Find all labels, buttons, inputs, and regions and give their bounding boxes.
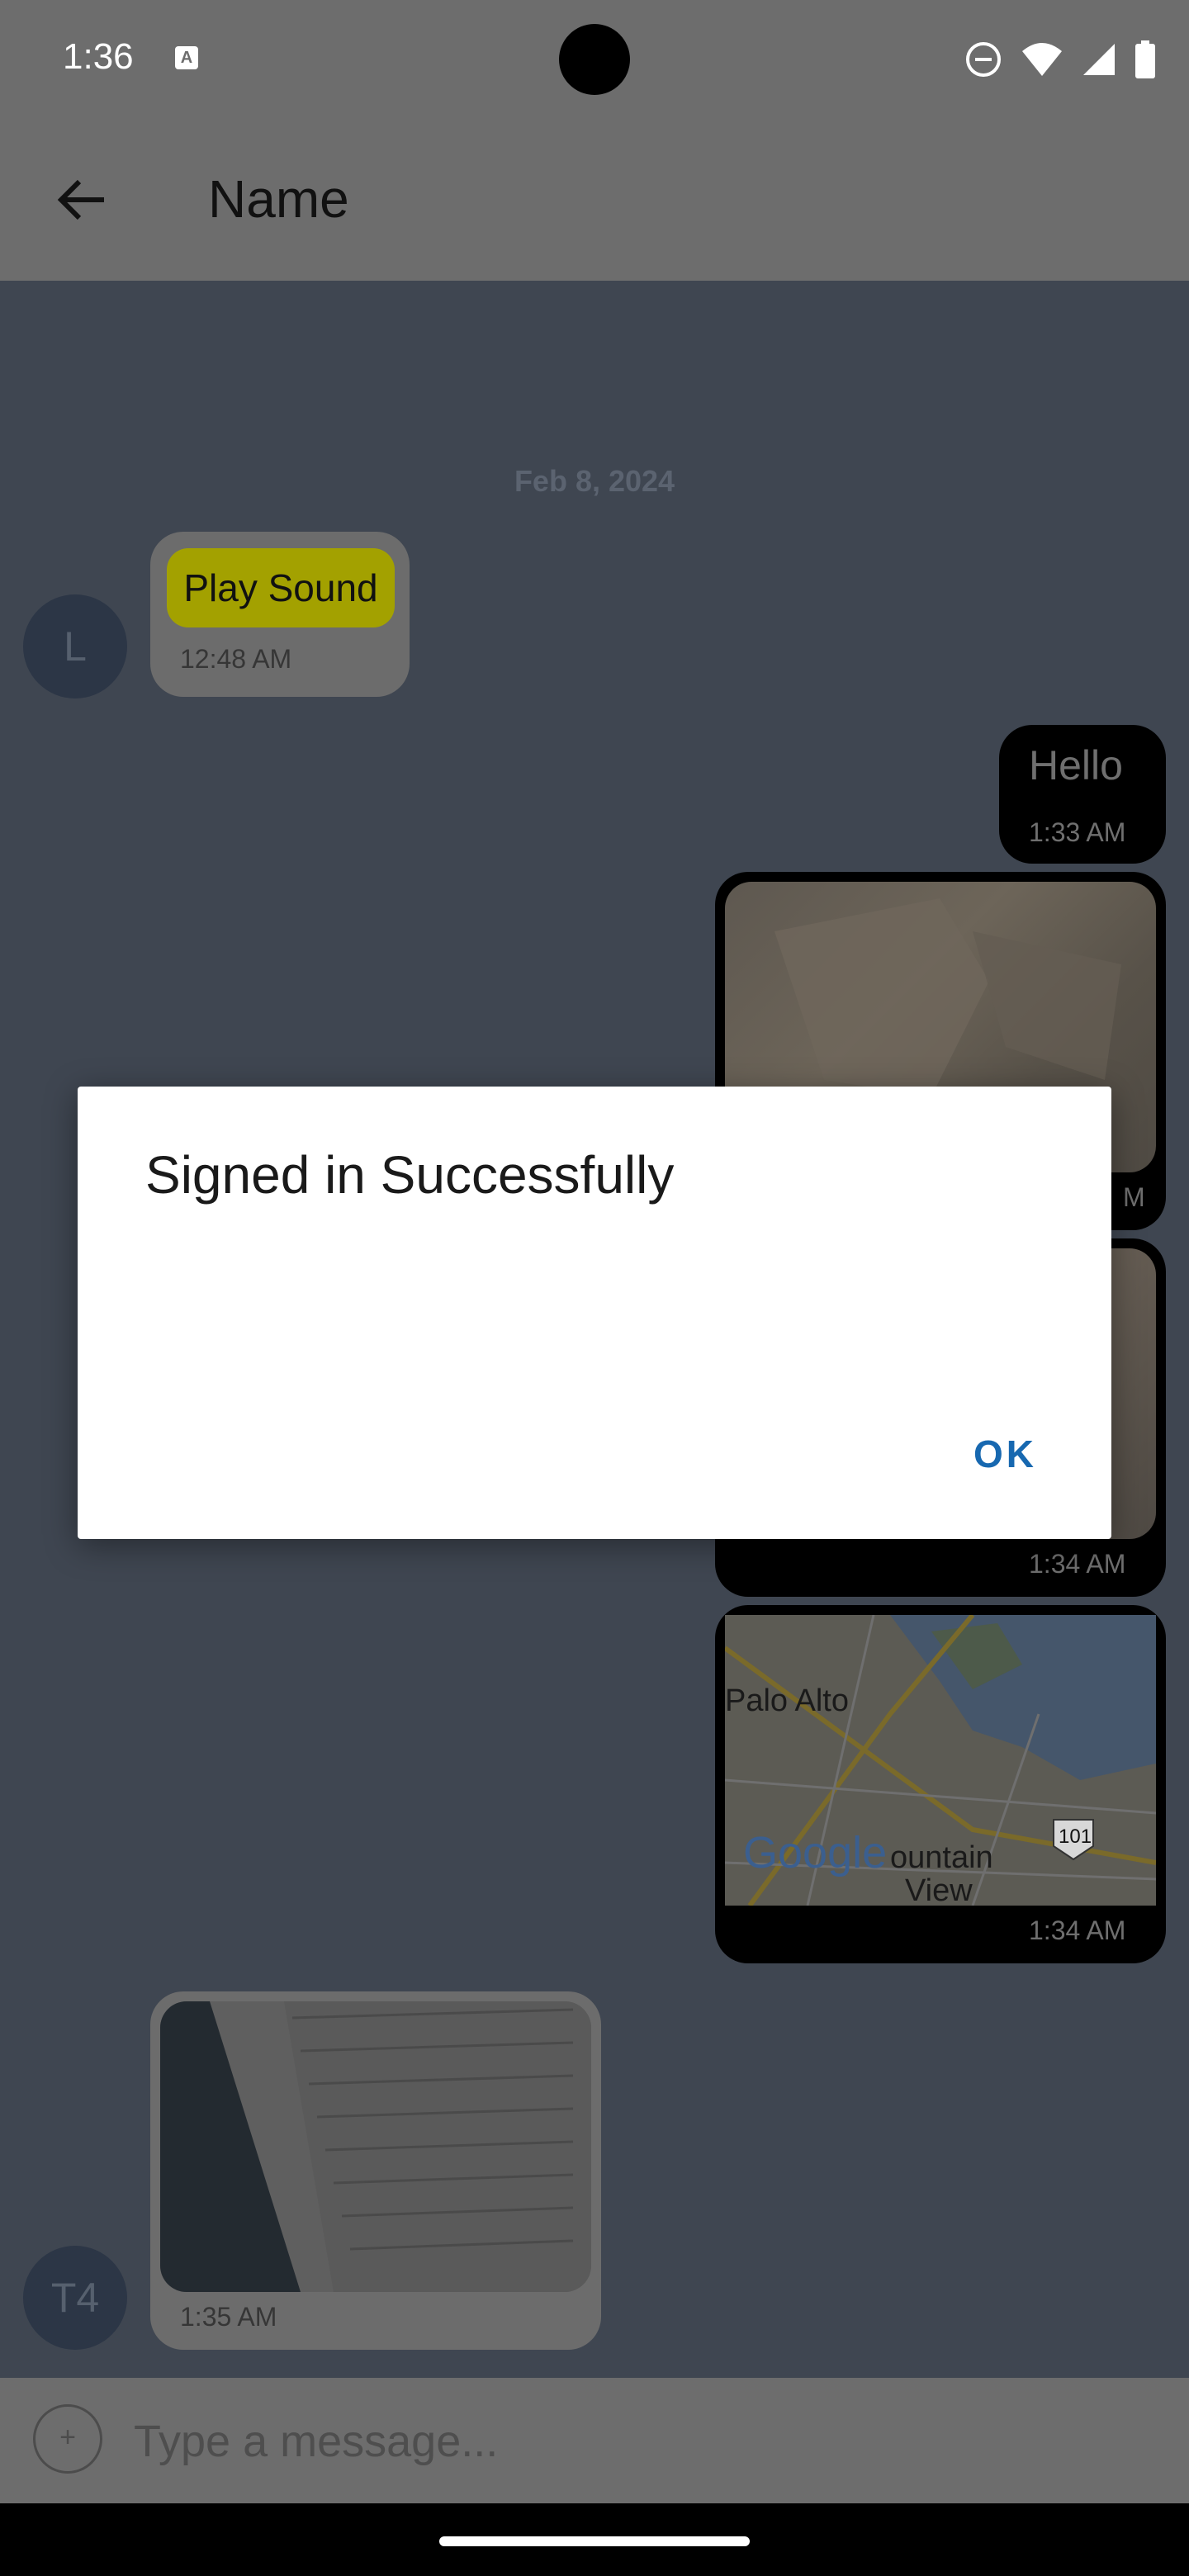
message-time: 1:34 AM xyxy=(1029,1915,1126,1945)
status-icons xyxy=(964,40,1156,79)
status-bar: 1:36 A xyxy=(0,0,1189,117)
navigation-bar xyxy=(0,2503,1189,2576)
message-time: 1:33 AM xyxy=(1029,817,1126,847)
back-button[interactable] xyxy=(48,167,114,233)
camera-cutout xyxy=(559,24,630,95)
ok-button[interactable]: OK xyxy=(973,1432,1037,1476)
map-label-google: Google xyxy=(743,1828,887,1878)
message-time: 1:34 AM xyxy=(1029,1549,1126,1579)
message-time-partial: M xyxy=(1123,1182,1145,1212)
message-time: 12:48 AM xyxy=(180,644,292,674)
photo-content xyxy=(160,2001,591,2292)
play-sound-button[interactable]: Play Sound xyxy=(167,548,395,627)
map-thumbnail[interactable]: Palo Alto Google ountain View 101 xyxy=(725,1615,1156,1906)
map-content: Palo Alto Google ountain View 101 xyxy=(725,1615,1156,1906)
map-label-mountain: ountain xyxy=(890,1840,993,1875)
message-bubble-outgoing: Hello 1:33 AM xyxy=(999,725,1166,864)
map-label-view: View xyxy=(905,1873,973,1906)
date-separator: Feb 8, 2024 xyxy=(514,464,675,498)
photo-thumbnail[interactable] xyxy=(160,2001,591,2292)
message-bubble-incoming: Play Sound 12:48 AM xyxy=(150,532,410,697)
cell-signal-icon xyxy=(1083,44,1115,75)
home-gesture-handle[interactable] xyxy=(439,2536,750,2546)
message-input[interactable] xyxy=(132,2409,1126,2474)
page-title: Name xyxy=(208,169,349,229)
message-composer: + xyxy=(0,2378,1189,2503)
avatar[interactable]: T4 xyxy=(23,2246,127,2350)
add-attachment-button[interactable]: + xyxy=(33,2404,102,2474)
battery-icon xyxy=(1135,40,1155,78)
message-bubble-incoming-image: 1:35 AM xyxy=(150,1991,601,2350)
message-bubble-outgoing-map: Palo Alto Google ountain View 101 1:34 A… xyxy=(715,1605,1166,1963)
status-time: 1:36 xyxy=(63,36,134,77)
app-bar: Name xyxy=(0,117,1189,281)
dialog-title: Signed in Successfully xyxy=(145,1145,675,1205)
dnd-icon xyxy=(966,42,1001,77)
map-label-101: 101 xyxy=(1059,1825,1092,1848)
arrow-back-icon xyxy=(57,179,104,220)
avatar[interactable]: L xyxy=(23,594,127,698)
map-label-palo-alto: Palo Alto xyxy=(725,1683,849,1718)
notification-a-icon: A xyxy=(175,46,198,69)
message-time: 1:35 AM xyxy=(180,2302,277,2332)
wifi-icon xyxy=(1022,43,1062,76)
alert-dialog: Signed in Successfully OK xyxy=(78,1087,1111,1539)
message-text: Hello xyxy=(1029,742,1123,788)
